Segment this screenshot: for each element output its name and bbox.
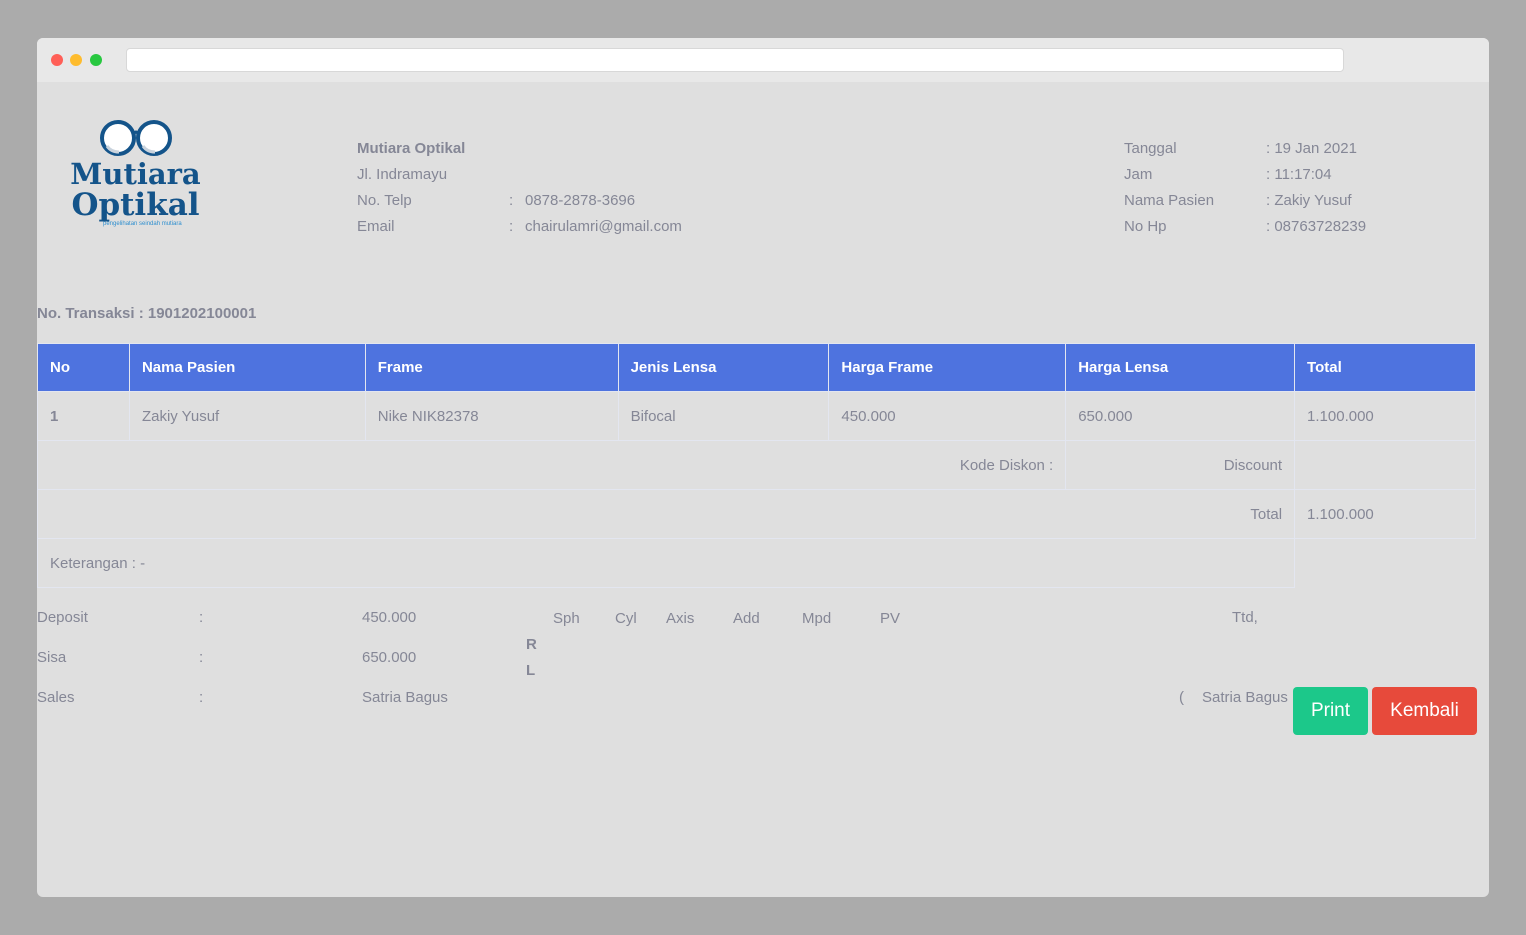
sales-value: Satria Bagus xyxy=(362,689,448,706)
sales-separator: : xyxy=(199,689,204,706)
transaction-number: No. Transaksi : 1901202100001 xyxy=(37,305,257,322)
logo-tagline: pengelihatan seindah mutiara xyxy=(103,221,182,227)
signature-label: Ttd, xyxy=(1232,609,1258,626)
store-logo: Mutiara Optikal pengelihatan seindah mut… xyxy=(63,116,213,228)
discount-value xyxy=(1294,440,1476,490)
cell-frame-price: 450.000 xyxy=(828,391,1067,441)
grand-total-value: 1.100.000 xyxy=(1294,489,1476,539)
minimize-window-icon[interactable] xyxy=(70,54,82,66)
address-bar[interactable] xyxy=(126,48,1344,72)
remarks-empty-cell xyxy=(1295,539,1476,588)
browser-window: Mutiara Optikal pengelihatan seindah mut… xyxy=(37,38,1489,897)
transaction-table: No Nama Pasien Frame Jenis Lensa Harga F… xyxy=(37,343,1476,588)
grand-total-row: Total 1.100.000 xyxy=(37,489,1476,539)
header-no: No xyxy=(37,343,130,392)
cell-no: 1 xyxy=(37,391,130,441)
deposit-separator: : xyxy=(199,609,204,626)
browser-titlebar xyxy=(37,38,1489,82)
date-label: Tanggal xyxy=(1124,140,1177,157)
deposit-value: 450.000 xyxy=(362,609,417,626)
remarks: Keterangan : - xyxy=(37,538,1296,588)
phone-number-label: No Hp xyxy=(1124,218,1167,235)
grand-total-label: Total xyxy=(37,489,1296,539)
prescription-row-right: R xyxy=(526,636,537,653)
table-row: 1 Zakiy Yusuf Nike NIK82378 Bifocal 450.… xyxy=(37,391,1476,441)
phone-number-value: : 08763728239 xyxy=(1266,218,1367,235)
discount-code-label: Kode Diskon : xyxy=(37,440,1067,490)
cell-patient-name: Zakiy Yusuf xyxy=(128,391,366,441)
close-window-icon[interactable] xyxy=(51,54,63,66)
email-value: chairulamri@gmail.com xyxy=(525,218,682,235)
phone-label: No. Telp xyxy=(357,192,412,209)
signature-open-paren: ( xyxy=(1179,689,1184,706)
remaining-value: 650.000 xyxy=(362,649,417,666)
remaining-label: Sisa xyxy=(37,649,67,666)
store-address: Jl. Indramayu xyxy=(357,166,448,183)
header-patient-name: Nama Pasien xyxy=(128,343,366,392)
prescription-col-add: Add xyxy=(733,610,760,627)
logo-line-mutiara: Mutiara xyxy=(70,157,201,191)
cell-total: 1.100.000 xyxy=(1294,391,1476,441)
maximize-window-icon[interactable] xyxy=(90,54,102,66)
prescription-col-mpd: Mpd xyxy=(802,610,832,627)
header-lens-price: Harga Lensa xyxy=(1065,343,1296,392)
prescription-col-pv: PV xyxy=(880,610,901,627)
time-value: : 11:17:04 xyxy=(1266,166,1332,183)
cell-lens-type: Bifocal xyxy=(617,391,830,441)
header-total: Total xyxy=(1294,343,1476,392)
patient-name-label: Nama Pasien xyxy=(1124,192,1215,209)
signature-name: Satria Bagus xyxy=(1202,689,1288,706)
phone-value: 0878-2878-3696 xyxy=(525,192,636,209)
discount-label: Discount xyxy=(1065,440,1296,490)
header-frame: Frame xyxy=(364,343,619,392)
email-label: Email xyxy=(357,218,395,235)
prescription-row-left: L xyxy=(526,662,536,679)
remarks-row: Keterangan : - xyxy=(37,538,1476,588)
prescription-col-axis: Axis xyxy=(666,610,695,627)
patient-name-value: : Zakiy Yusuf xyxy=(1266,192,1352,209)
prescription-col-sph: Sph xyxy=(553,610,580,627)
back-button[interactable]: Kembali xyxy=(1372,687,1477,735)
remaining-separator: : xyxy=(199,649,204,666)
cell-lens-price: 650.000 xyxy=(1065,391,1296,441)
table-header-row: No Nama Pasien Frame Jenis Lensa Harga F… xyxy=(37,343,1476,392)
header-frame-price: Harga Frame xyxy=(828,343,1067,392)
logo-line-optikal: Optikal xyxy=(71,187,200,223)
prescription-col-cyl: Cyl xyxy=(615,610,637,627)
receipt-page: Mutiara Optikal pengelihatan seindah mut… xyxy=(37,82,1489,897)
print-button[interactable]: Print xyxy=(1293,687,1368,735)
phone-separator: : xyxy=(509,192,514,209)
sales-label: Sales xyxy=(37,689,75,706)
deposit-label: Deposit xyxy=(37,609,88,626)
email-separator: : xyxy=(509,218,514,235)
cell-frame: Nike NIK82378 xyxy=(364,391,619,441)
discount-row: Kode Diskon : Discount xyxy=(37,440,1476,490)
date-value: : 19 Jan 2021 xyxy=(1266,140,1357,157)
header-lens-type: Jenis Lensa xyxy=(617,343,830,392)
store-name: Mutiara Optikal xyxy=(357,140,466,157)
time-label: Jam xyxy=(1124,166,1153,183)
